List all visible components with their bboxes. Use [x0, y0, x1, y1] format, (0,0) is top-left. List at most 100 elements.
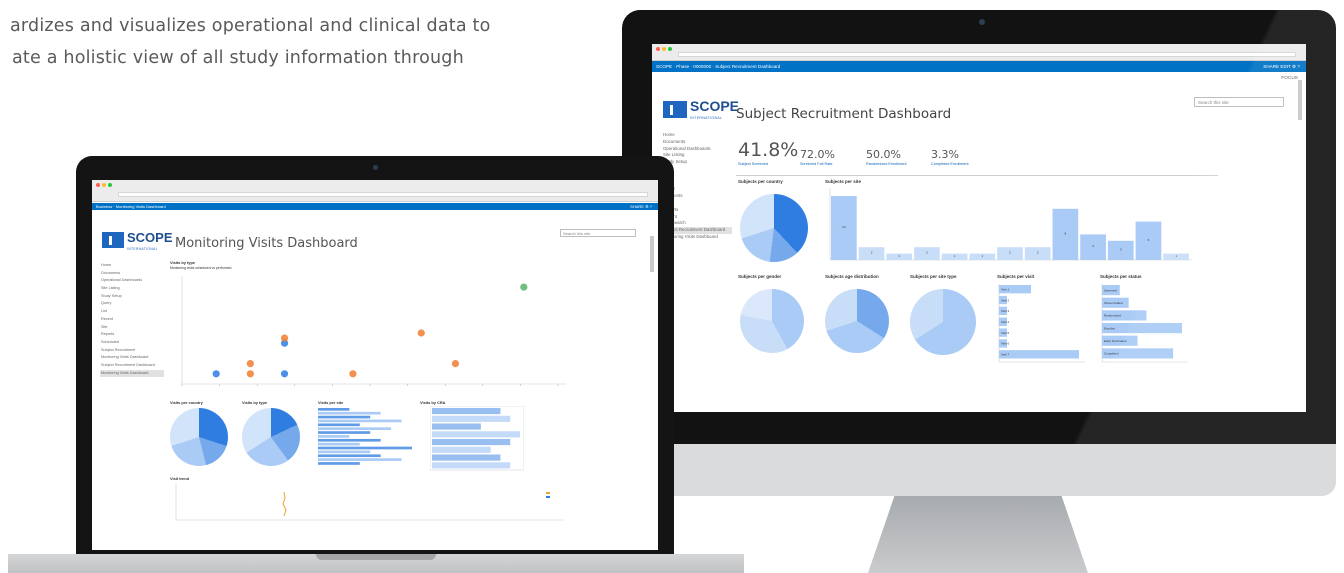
scatter-chart[interactable]: [168, 272, 568, 396]
bar[interactable]: [318, 462, 360, 465]
country-donut-chart[interactable]: [740, 194, 808, 262]
bar[interactable]: [318, 411, 381, 415]
site-bar-chart[interactable]: [316, 406, 416, 472]
sidebar-item[interactable]: Study Setup: [100, 293, 164, 301]
site-bar-chart[interactable]: 102121 12 284361: [822, 186, 1194, 268]
breadcrumb[interactable]: Business · Monitoring Visits Dashboard: [96, 203, 166, 210]
status-bar-chart[interactable]: Screened Screen Failed Randomized Enrolled E…: [1098, 280, 1190, 368]
table-row[interactable]: [432, 431, 520, 438]
gender-donut-chart[interactable]: [740, 289, 804, 353]
age-donut-chart[interactable]: [825, 289, 889, 353]
sidebar-item[interactable]: Subject Recruitment: [100, 347, 164, 355]
panel-title: Visits by type: [242, 400, 268, 405]
minimize-icon[interactable]: [102, 183, 106, 187]
bar[interactable]: [318, 450, 371, 454]
scatter-point[interactable]: [212, 370, 220, 378]
scope-logo[interactable]: SCOPE INTERNATIONAL: [102, 229, 173, 251]
suitebar-actions[interactable]: SHARE EDIT ⚙ ?: [1263, 61, 1300, 72]
sidebar-item[interactable]: Site: [100, 324, 164, 332]
close-icon[interactable]: [96, 183, 100, 187]
close-icon[interactable]: [656, 47, 660, 51]
page-title: Subject Recruitment Dashboard: [736, 106, 952, 122]
address-bar[interactable]: [118, 192, 648, 197]
bar-label: Visit 4: [1001, 320, 1009, 324]
bar[interactable]: [318, 438, 381, 442]
bar[interactable]: [318, 431, 371, 434]
scrollbar[interactable]: [1298, 80, 1302, 120]
table-row[interactable]: [432, 408, 501, 415]
search-input[interactable]: Search this site: [1194, 97, 1284, 107]
scatter-point[interactable]: [520, 283, 528, 291]
panel-title: Visits by CRA: [420, 400, 446, 405]
logo-mark-icon: [102, 232, 124, 248]
bar-label: Visit 2: [1001, 298, 1009, 302]
type-donut-chart[interactable]: [242, 408, 300, 466]
sidebar-item[interactable]: Scheduled: [100, 339, 164, 347]
bar[interactable]: [318, 408, 350, 411]
bar[interactable]: [318, 423, 360, 427]
sidebar-item[interactable]: Monitoring Visits Dashboard: [100, 369, 164, 378]
scatter-point[interactable]: [280, 334, 289, 342]
table-row[interactable]: [432, 439, 511, 446]
bar-label: Visit 7: [1001, 353, 1009, 357]
sidebar-item[interactable]: Site Listing: [662, 152, 732, 159]
table-row[interactable]: [432, 423, 481, 430]
maximize-icon[interactable]: [108, 183, 112, 187]
sidebar-item[interactable]: Reports: [100, 331, 164, 339]
sidebar-item[interactable]: Home: [662, 132, 732, 139]
bar[interactable]: [318, 435, 350, 438]
scatter-point[interactable]: [349, 370, 357, 378]
sidebar-item[interactable]: Documents: [100, 270, 164, 278]
bar[interactable]: [999, 350, 1079, 359]
sidebar-item[interactable]: Documents: [662, 139, 732, 146]
table-row[interactable]: [432, 415, 511, 422]
table-row[interactable]: [432, 462, 511, 469]
sidebar-item[interactable]: Recent: [100, 316, 164, 324]
sidebar-item[interactable]: Operational Dashboards: [100, 277, 164, 285]
bar[interactable]: [318, 454, 381, 458]
laptop-camera: [373, 165, 378, 170]
sidebar-item[interactable]: Query: [100, 300, 164, 308]
monitor-stand: [868, 496, 1088, 573]
sidebar-item[interactable]: Subject Recruitment Dashboard: [100, 362, 164, 370]
visit-bar-chart[interactable]: Visit 1 Visit 2 Visit 3 Visit 4 Visit 5 Visit…: [995, 280, 1087, 368]
scatter-point[interactable]: [417, 329, 425, 337]
sidebar-item[interactable]: List: [100, 308, 164, 316]
table-row[interactable]: [432, 446, 491, 453]
bar[interactable]: [318, 415, 371, 419]
kpi-completed: 3.3% Completed Enrollment: [931, 148, 969, 166]
type-donut-chart[interactable]: [910, 289, 976, 355]
bar[interactable]: [318, 419, 402, 423]
sidebar-item[interactable]: Home: [100, 262, 164, 270]
bar[interactable]: [318, 458, 402, 461]
address-bar[interactable]: [678, 52, 1296, 57]
breadcrumb[interactable]: SCOPE · Phase · 0000000 · Subject Recrui…: [656, 61, 780, 72]
country-donut-chart[interactable]: [170, 408, 228, 466]
sidebar-item[interactable]: Monitoring Visits Dashboard: [100, 354, 164, 362]
cra-table-chart[interactable]: [430, 406, 524, 472]
bar[interactable]: [318, 427, 392, 430]
scatter-point[interactable]: [451, 360, 460, 368]
panel-title: Subjects per site type: [910, 274, 957, 279]
scrollbar[interactable]: [650, 236, 654, 272]
bar-label: Visit 3: [1001, 309, 1009, 313]
scatter-point[interactable]: [280, 370, 289, 378]
scope-logo[interactable]: SCOPE INTERNATIONAL: [663, 98, 739, 120]
panel-title: Subjects per status: [1100, 274, 1142, 279]
table-row[interactable]: [432, 454, 501, 461]
scatter-title: Visits by type: [170, 260, 196, 265]
sidebar-item[interactable]: Site Listing: [100, 285, 164, 293]
trend-chart[interactable]: [168, 482, 568, 522]
scatter-point[interactable]: [246, 360, 254, 368]
kpi-value: 3.3%: [931, 148, 959, 161]
sidebar-item[interactable]: Operational Dashboards: [662, 146, 732, 153]
suitebar-actions[interactable]: SHARE ⚙ ?: [630, 203, 652, 210]
bar[interactable]: [318, 442, 360, 446]
search-input[interactable]: Search this site: [560, 229, 636, 237]
kpi-value: 72.0%: [800, 148, 835, 161]
maximize-icon[interactable]: [668, 47, 672, 51]
bar[interactable]: [318, 446, 412, 450]
minimize-icon[interactable]: [662, 47, 666, 51]
scatter-point[interactable]: [246, 370, 254, 378]
focus-toggle[interactable]: FOCUS: [1281, 76, 1298, 81]
